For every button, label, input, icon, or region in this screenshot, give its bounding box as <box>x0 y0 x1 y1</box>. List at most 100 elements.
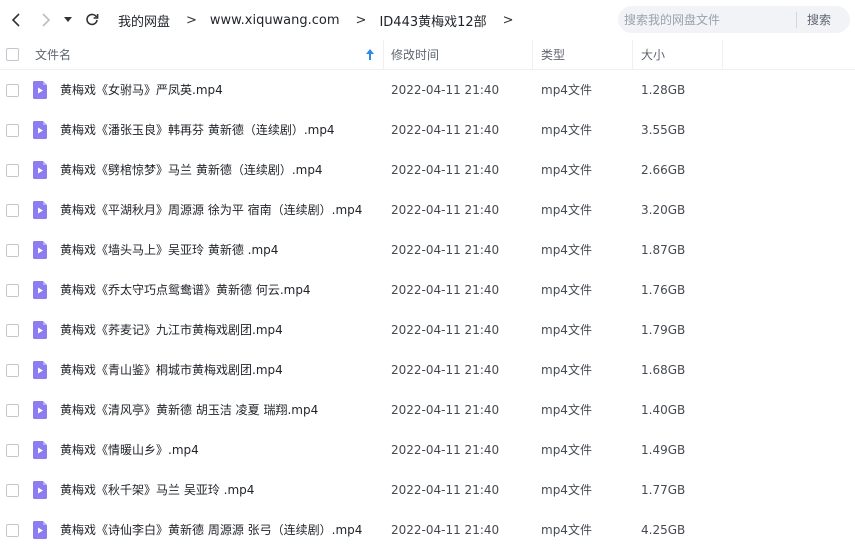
column-divider[interactable] <box>722 40 723 70</box>
file-row[interactable]: 黄梅戏《诗仙李白》黄新德 周源源 张弓（连续剧）.mp4 2022-04-11 … <box>0 510 855 550</box>
file-modified-time: 2022-04-11 21:40 <box>391 403 500 417</box>
video-file-icon <box>31 441 49 459</box>
refresh-icon[interactable] <box>80 8 104 32</box>
video-file-icon <box>31 281 49 299</box>
history-dropdown-icon[interactable] <box>60 8 76 32</box>
video-file-icon <box>31 121 49 139</box>
sort-ascending-icon[interactable] <box>366 49 374 63</box>
file-list-header: 文件名 修改时间 类型 大小 <box>0 40 855 70</box>
file-name[interactable]: 黄梅戏《秋千架》马兰 吴亚玲 .mp4 <box>60 470 254 510</box>
video-file-icon <box>31 201 49 219</box>
breadcrumb-separator[interactable]: > <box>503 13 514 28</box>
select-all-checkbox[interactable] <box>6 48 19 61</box>
row-checkbox[interactable] <box>6 284 19 297</box>
file-row[interactable]: 黄梅戏《女驸马》严凤英.mp4 2022-04-11 21:40 mp4文件 1… <box>0 70 855 110</box>
file-row[interactable]: 黄梅戏《劈棺惊梦》马兰 黄新德（连续剧）.mp4 2022-04-11 21:4… <box>0 150 855 190</box>
file-modified-time: 2022-04-11 21:40 <box>391 163 500 177</box>
file-modified-time: 2022-04-11 21:40 <box>391 483 500 497</box>
toolbar: 我的网盘 > www.xiquwang.com > ID443黄梅戏12部 > … <box>0 0 855 40</box>
file-name[interactable]: 黄梅戏《女驸马》严凤英.mp4 <box>60 70 223 110</box>
file-name[interactable]: 黄梅戏《荞麦记》九江市黄梅戏剧团.mp4 <box>60 310 283 350</box>
file-type: mp4文件 <box>541 483 592 497</box>
row-checkbox[interactable] <box>6 84 19 97</box>
file-name[interactable]: 黄梅戏《墙头马上》吴亚玲 黄新德 .mp4 <box>60 230 278 270</box>
file-row[interactable]: 黄梅戏《情暖山乡》.mp4 2022-04-11 21:40 mp4文件 1.4… <box>0 430 855 470</box>
row-checkbox[interactable] <box>6 124 19 137</box>
breadcrumb-folder-site[interactable]: www.xiquwang.com <box>210 13 340 28</box>
video-file-icon <box>31 401 49 419</box>
column-header-size[interactable]: 大小 <box>641 40 665 70</box>
file-list: 黄梅戏《女驸马》严凤英.mp4 2022-04-11 21:40 mp4文件 1… <box>0 70 855 550</box>
file-type: mp4文件 <box>541 523 592 537</box>
column-header-name[interactable]: 文件名 <box>35 40 71 70</box>
column-divider[interactable] <box>632 40 633 70</box>
file-row[interactable]: 黄梅戏《荞麦记》九江市黄梅戏剧团.mp4 2022-04-11 21:40 mp… <box>0 310 855 350</box>
file-size: 1.68GB <box>641 363 686 377</box>
file-type: mp4文件 <box>541 123 592 137</box>
column-header-modified[interactable]: 修改时间 <box>391 40 439 70</box>
file-size: 3.55GB <box>641 123 686 137</box>
file-row[interactable]: 黄梅戏《平湖秋月》周源源 徐为平 宿南（连续剧）.mp4 2022-04-11 … <box>0 190 855 230</box>
row-checkbox[interactable] <box>6 484 19 497</box>
search-input[interactable] <box>618 7 788 32</box>
file-row[interactable]: 黄梅戏《秋千架》马兰 吴亚玲 .mp4 2022-04-11 21:40 mp4… <box>0 470 855 510</box>
forward-arrow-icon[interactable] <box>34 8 58 32</box>
file-modified-time: 2022-04-11 21:40 <box>391 323 500 337</box>
file-row[interactable]: 黄梅戏《潘张玉良》韩再芬 黄新德（连续剧）.mp4 2022-04-11 21:… <box>0 110 855 150</box>
row-checkbox[interactable] <box>6 364 19 377</box>
file-row[interactable]: 黄梅戏《乔太守巧点鸳鸯谱》黄新德 何云.mp4 2022-04-11 21:40… <box>0 270 855 310</box>
file-name[interactable]: 黄梅戏《诗仙李白》黄新德 周源源 张弓（连续剧）.mp4 <box>60 510 362 550</box>
row-checkbox[interactable] <box>6 524 19 537</box>
file-modified-time: 2022-04-11 21:40 <box>391 123 500 137</box>
file-modified-time: 2022-04-11 21:40 <box>391 203 500 217</box>
breadcrumb: 我的网盘 > www.xiquwang.com > ID443黄梅戏12部 > <box>118 11 527 30</box>
file-type: mp4文件 <box>541 163 592 177</box>
file-row[interactable]: 黄梅戏《墙头马上》吴亚玲 黄新德 .mp4 2022-04-11 21:40 m… <box>0 230 855 270</box>
back-arrow-icon[interactable] <box>4 8 28 32</box>
file-name[interactable]: 黄梅戏《情暖山乡》.mp4 <box>60 430 199 470</box>
file-name[interactable]: 黄梅戏《劈棺惊梦》马兰 黄新德（连续剧）.mp4 <box>60 150 323 190</box>
file-type: mp4文件 <box>541 363 592 377</box>
file-name[interactable]: 黄梅戏《乔太守巧点鸳鸯谱》黄新德 何云.mp4 <box>60 270 311 310</box>
file-type: mp4文件 <box>541 203 592 217</box>
file-name[interactable]: 黄梅戏《青山鉴》桐城市黄梅戏剧团.mp4 <box>60 350 283 390</box>
row-checkbox[interactable] <box>6 444 19 457</box>
video-file-icon <box>31 361 49 379</box>
row-checkbox[interactable] <box>6 244 19 257</box>
video-file-icon <box>31 161 49 179</box>
column-divider[interactable] <box>532 40 533 70</box>
column-header-type[interactable]: 类型 <box>541 40 565 70</box>
file-size: 1.79GB <box>641 323 686 337</box>
breadcrumb-root[interactable]: 我的网盘 <box>118 11 170 30</box>
file-name[interactable]: 黄梅戏《平湖秋月》周源源 徐为平 宿南（连续剧）.mp4 <box>60 190 362 230</box>
file-row[interactable]: 黄梅戏《清风亭》黄新德 胡玉洁 凌夏 瑞翔.mp4 2022-04-11 21:… <box>0 390 855 430</box>
file-type: mp4文件 <box>541 283 592 297</box>
file-size: 1.76GB <box>641 283 686 297</box>
file-modified-time: 2022-04-11 21:40 <box>391 243 500 257</box>
file-type: mp4文件 <box>541 323 592 337</box>
video-file-icon <box>31 521 49 539</box>
file-size: 3.20GB <box>641 203 686 217</box>
row-checkbox[interactable] <box>6 204 19 217</box>
file-name[interactable]: 黄梅戏《清风亭》黄新德 胡玉洁 凌夏 瑞翔.mp4 <box>60 390 318 430</box>
file-size: 1.49GB <box>641 443 686 457</box>
search-box: 搜索 <box>618 6 850 33</box>
file-type: mp4文件 <box>541 443 592 457</box>
video-file-icon <box>31 241 49 259</box>
row-checkbox[interactable] <box>6 164 19 177</box>
breadcrumb-current-folder[interactable]: ID443黄梅戏12部 <box>379 11 486 30</box>
file-size: 1.77GB <box>641 483 686 497</box>
column-divider[interactable] <box>383 40 384 70</box>
row-checkbox[interactable] <box>6 324 19 337</box>
file-type: mp4文件 <box>541 403 592 417</box>
file-size: 4.25GB <box>641 523 686 537</box>
file-row[interactable]: 黄梅戏《青山鉴》桐城市黄梅戏剧团.mp4 2022-04-11 21:40 mp… <box>0 350 855 390</box>
video-file-icon <box>31 481 49 499</box>
file-type: mp4文件 <box>541 83 592 97</box>
search-button[interactable]: 搜索 <box>807 11 831 28</box>
video-file-icon <box>31 81 49 99</box>
file-modified-time: 2022-04-11 21:40 <box>391 283 500 297</box>
row-checkbox[interactable] <box>6 404 19 417</box>
file-modified-time: 2022-04-11 21:40 <box>391 83 500 97</box>
file-name[interactable]: 黄梅戏《潘张玉良》韩再芬 黄新德（连续剧）.mp4 <box>60 110 335 150</box>
